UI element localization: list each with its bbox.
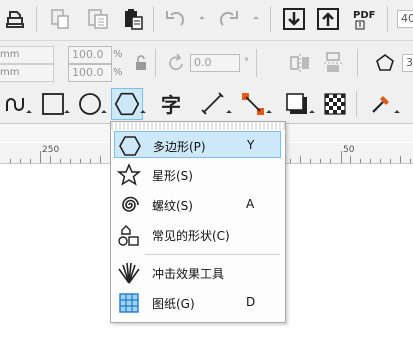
lock-ratio-icon[interactable]: [128, 50, 154, 76]
ruler-minor-tick: [300, 156, 301, 163]
impact-effect-icon: [117, 261, 141, 285]
ruler-minor-tick: [320, 159, 321, 163]
rectangle-tool-icon[interactable]: [40, 91, 66, 117]
ruler-label-250: 250: [42, 145, 60, 155]
import-icon[interactable]: [281, 6, 307, 32]
menu-item-polygon-shortcut: Y: [247, 138, 255, 152]
print-icon[interactable]: [2, 6, 28, 32]
svg-text:PDF: PDF: [353, 10, 375, 21]
rotation-field[interactable]: 0.0: [190, 54, 240, 72]
ruler-major-tick: [341, 151, 342, 163]
rotation-icon: [163, 50, 189, 76]
menu-item-spiral-shortcut: A: [246, 197, 255, 211]
common-shapes-icon: [117, 223, 141, 247]
ruler-minor-tick: [310, 159, 311, 163]
menu-separator: [145, 254, 280, 255]
curve-tool-icon[interactable]: [2, 91, 28, 117]
connector-tool-flyout-icon[interactable]: [266, 110, 272, 116]
clipboard-icon[interactable]: [120, 6, 146, 32]
rotation-unit-label: °: [244, 57, 249, 68]
scale-x-unit: %: [113, 49, 123, 60]
copy-properties-icon[interactable]: [47, 6, 73, 32]
drop-shadow-tool-flyout-icon[interactable]: [309, 110, 315, 116]
star-icon: [117, 163, 141, 187]
transparency-tool-icon[interactable]: [322, 91, 348, 117]
ruler-minor-tick: [390, 159, 391, 163]
interactive-fill-tool-icon[interactable]: [402, 91, 413, 117]
connector-tool-icon[interactable]: [240, 91, 266, 117]
ruler-minor-tick: [380, 159, 381, 163]
font-size-field[interactable]: 40: [397, 10, 413, 28]
ruler-minor-tick: [30, 159, 31, 163]
property-bar: mm mm 100.0 % 100.0 % 0.0 ° 3: [0, 41, 413, 86]
ruler-minor-tick: [20, 159, 21, 163]
paste-properties-icon[interactable]: [85, 6, 111, 32]
ruler-minor-tick: [100, 156, 101, 163]
menu-item-graph-paper[interactable]: 图纸(G) D: [114, 289, 281, 316]
undo-icon[interactable]: [162, 6, 188, 32]
ruler-minor-tick: [290, 159, 291, 163]
menu-item-graph-paper-shortcut: D: [246, 295, 256, 309]
ruler-minor-tick: [10, 159, 11, 163]
graph-paper-icon: [117, 291, 141, 315]
scale-y-field[interactable]: 100.0: [68, 64, 112, 82]
menu-item-impact-effect[interactable]: 冲击效果工具: [114, 259, 281, 286]
eyedropper-tool-flyout-icon[interactable]: [394, 110, 400, 116]
export-icon[interactable]: [315, 6, 341, 32]
toolbox: 字: [0, 85, 413, 124]
redo-dropdown-icon[interactable]: [253, 16, 259, 22]
menu-grip: [111, 122, 285, 130]
polygon-points-field[interactable]: 3: [402, 54, 413, 72]
ruler-minor-tick: [90, 159, 91, 163]
ruler-minor-tick: [370, 159, 371, 163]
dimension-tool-icon[interactable]: [200, 91, 226, 117]
menu-item-graph-paper-label: 图纸(G): [152, 297, 195, 311]
scale-x-field[interactable]: 100.0: [68, 46, 112, 64]
dimension-tool-flyout-icon[interactable]: [226, 110, 232, 116]
menu-item-common-shapes-label: 常见的形状(C): [152, 229, 230, 243]
menu-item-polygon[interactable]: 多边形(P) Y: [114, 131, 281, 158]
spiral-icon: [117, 193, 141, 217]
ruler-minor-tick: [50, 156, 51, 163]
svg-text:字: 字: [161, 93, 181, 117]
ruler-minor-tick: [410, 159, 411, 163]
polygon-tool-icon: [114, 92, 140, 116]
menu-item-star-label: 星形(S): [152, 169, 193, 183]
redo-icon[interactable]: [216, 6, 242, 32]
undo-dropdown-icon[interactable]: [199, 16, 205, 22]
polygon-icon: [118, 134, 142, 158]
polygon-tool-button[interactable]: [111, 88, 143, 120]
menu-item-polygon-label: 多边形(P): [153, 140, 206, 154]
menu-item-spiral-label: 螺纹(S): [152, 199, 193, 213]
drop-shadow-tool-icon[interactable]: [284, 91, 310, 117]
ruler-major-tick: [40, 151, 41, 163]
standard-toolbar: PDF 40: [0, 0, 413, 41]
ruler-minor-tick: [400, 156, 401, 163]
width-unit-label: mm: [0, 49, 20, 60]
menu-item-impact-effect-label: 冲击效果工具: [152, 267, 225, 281]
eyedropper-tool-icon[interactable]: [368, 91, 394, 117]
ruler-minor-tick: [70, 159, 71, 163]
height-unit-label: mm: [0, 67, 20, 78]
menu-item-star[interactable]: 星形(S): [114, 161, 281, 188]
ruler-label-50: 50: [343, 145, 355, 155]
ruler-minor-tick: [60, 159, 61, 163]
menu-item-spiral[interactable]: 螺纹(S) A: [114, 191, 281, 218]
publish-pdf-icon[interactable]: PDF: [352, 6, 378, 32]
ruler-minor-tick: [360, 159, 361, 163]
pentagon-icon: [372, 50, 398, 76]
ruler-minor-tick: [80, 159, 81, 163]
ruler-minor-tick: [330, 159, 331, 163]
mirror-horizontal-icon[interactable]: [287, 50, 313, 76]
scale-y-unit: %: [113, 67, 123, 78]
mirror-vertical-icon[interactable]: [320, 50, 346, 76]
menu-item-common-shapes[interactable]: 常见的形状(C): [114, 221, 281, 248]
ellipse-tool-icon[interactable]: [77, 91, 103, 117]
text-tool-icon[interactable]: 字: [160, 91, 186, 117]
ruler-minor-tick: [350, 156, 351, 163]
polygon-tool-flyout-menu: 多边形(P) Y 星形(S) 螺纹(S) A 常见的形状(C) 冲击效果工具 图…: [110, 121, 286, 323]
